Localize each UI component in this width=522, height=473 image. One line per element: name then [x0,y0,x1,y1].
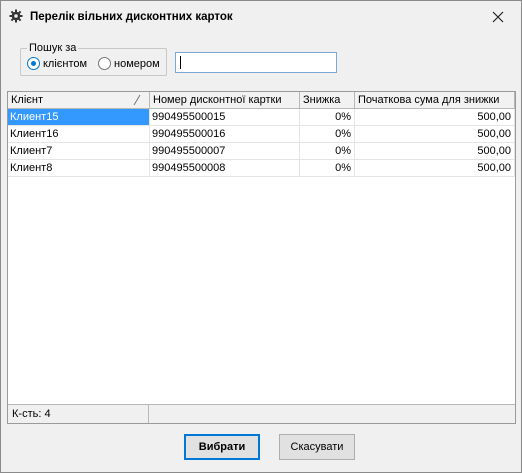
table-row[interactable]: Клиент7 990495500007 0% 500,00 [8,143,515,160]
cell-card-number[interactable]: 990495500007 [150,143,300,159]
cell-client[interactable]: Клиент16 [8,126,150,142]
search-by-number-radio[interactable]: номером [98,57,160,70]
cards-table[interactable]: Клієнт Номер дисконтної картки Знижка По… [7,91,516,424]
cell-card-number[interactable]: 990495500008 [150,160,300,176]
cell-card-number[interactable]: 990495500015 [150,109,300,125]
radio-unselected-icon [98,57,111,70]
text-caret [180,56,181,69]
table-row[interactable]: Клиент15 990495500015 0% 500,00 [8,109,515,126]
cell-discount[interactable]: 0% [300,126,355,142]
table-row[interactable]: Клиент16 990495500016 0% 500,00 [8,126,515,143]
cell-initial-sum[interactable]: 500,00 [355,143,515,159]
title-bar: Перелік вільних дисконтних карток [1,1,521,33]
cell-initial-sum[interactable]: 500,00 [355,160,515,176]
search-by-client-radio[interactable]: клієнтом [27,57,87,70]
cell-client[interactable]: Клиент15 [8,109,150,125]
sort-indicator-icon [132,94,142,106]
search-by-group: Пошук за клієнтом номером [20,42,167,76]
dialog-window: Перелік вільних дисконтних карток Пошук … [0,0,522,473]
gear-icon [9,9,23,23]
column-header-discount[interactable]: Знижка [300,92,355,109]
cell-client[interactable]: Клиент8 [8,160,150,176]
cell-discount[interactable]: 0% [300,109,355,125]
table-header: Клієнт Номер дисконтної картки Знижка По… [8,92,515,109]
select-button[interactable]: Вибрати [184,434,260,460]
window-title: Перелік вільних дисконтних карток [30,11,233,23]
search-by-label: Пошук за [27,42,79,54]
radio-selected-icon [27,57,40,70]
cell-discount[interactable]: 0% [300,160,355,176]
cell-discount[interactable]: 0% [300,143,355,159]
cell-card-number[interactable]: 990495500016 [150,126,300,142]
close-icon[interactable] [487,6,509,28]
cell-initial-sum[interactable]: 500,00 [355,126,515,142]
search-by-client-label: клієнтом [43,57,88,70]
search-input[interactable] [175,52,337,73]
cancel-button[interactable]: Скасувати [279,434,355,460]
column-header-card-number[interactable]: Номер дисконтної картки [150,92,300,109]
column-header-initial-sum[interactable]: Початкова сума для знижки [355,92,515,109]
table-footer: К-сть: 4 [8,404,515,423]
search-by-number-label: номером [114,57,160,70]
column-header-client[interactable]: Клієнт [8,92,150,109]
row-count: К-сть: 4 [8,405,149,423]
cell-initial-sum[interactable]: 500,00 [355,109,515,125]
cell-client[interactable]: Клиент7 [8,143,150,159]
table-row[interactable]: Клиент8 990495500008 0% 500,00 [8,160,515,177]
